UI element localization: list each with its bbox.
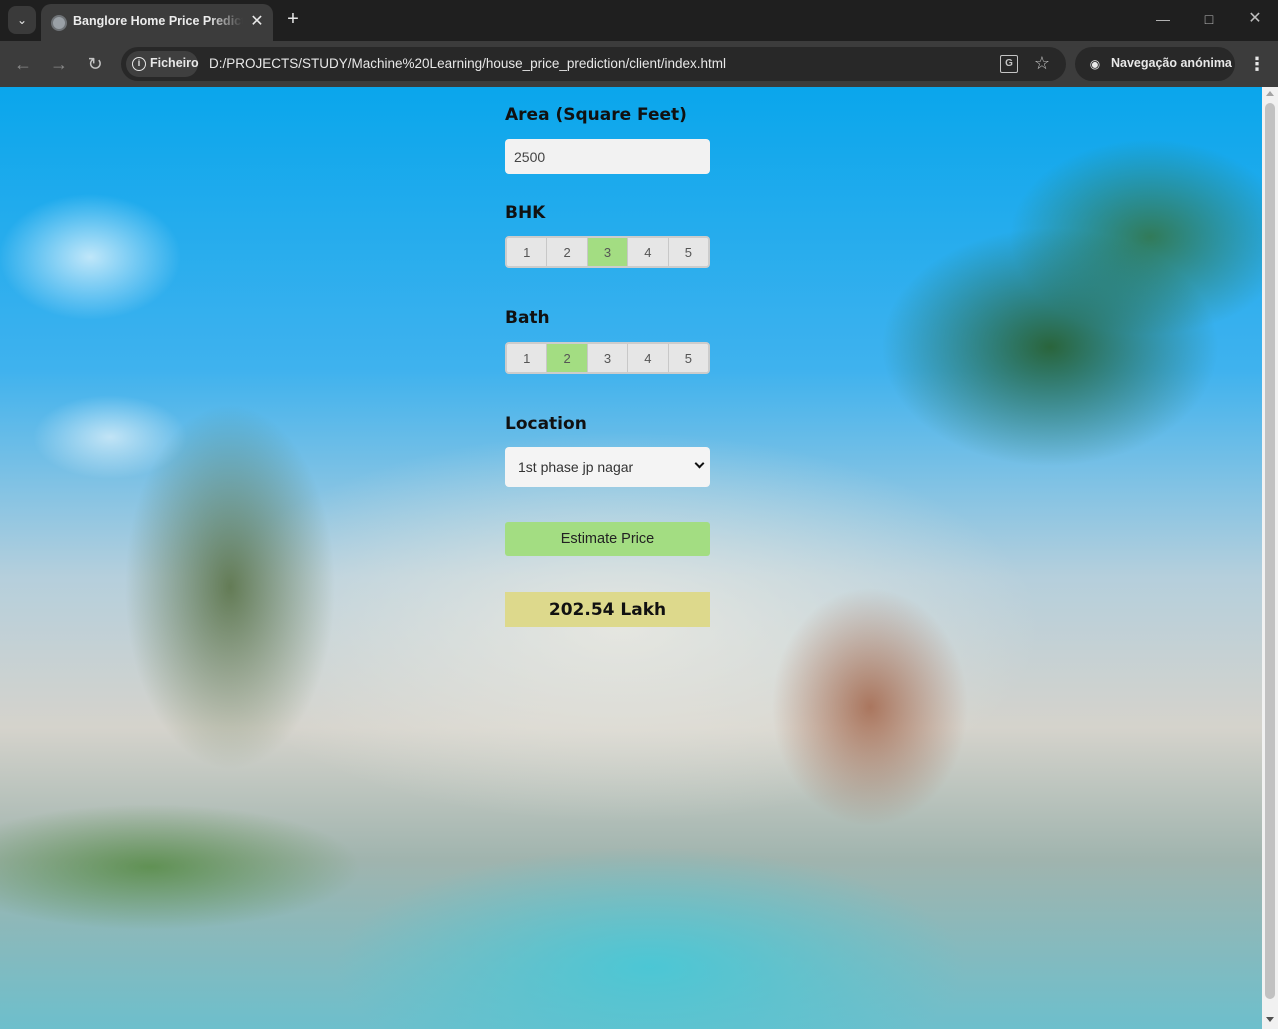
incognito-icon: ◉ — [1089, 57, 1101, 71]
bhk-switch: 12345 — [505, 236, 710, 268]
back-arrow-icon[interactable]: ← — [11, 52, 35, 76]
area-input[interactable] — [505, 139, 710, 174]
bath-option-2[interactable]: 2 — [547, 344, 588, 372]
page-background: Area (Square Feet) BHK 12345 Bath 12345 … — [0, 87, 1262, 1029]
tab-strip: ⌄ Banglore Home Price Prediction ✕ + — □… — [0, 0, 1278, 41]
close-icon[interactable]: ✕ — [247, 12, 267, 32]
bhk-option-1[interactable]: 1 — [507, 238, 548, 266]
estimated-price: 202.54 Lakh — [505, 592, 710, 627]
location-label: Location — [505, 414, 587, 434]
window-close-icon[interactable]: ✕ — [1245, 9, 1265, 29]
bath-option-4[interactable]: 4 — [628, 344, 669, 372]
info-icon: i — [132, 57, 146, 71]
scroll-down-arrow-icon[interactable] — [1266, 1017, 1274, 1022]
chevron-down-icon: ⌄ — [16, 13, 28, 27]
bath-option-1[interactable]: 1 — [507, 344, 548, 372]
bhk-option-3[interactable]: 3 — [587, 238, 629, 266]
browser-tab[interactable]: Banglore Home Price Prediction ✕ — [41, 4, 273, 41]
bookmark-star-icon[interactable]: ☆ — [1031, 52, 1053, 74]
bath-switch: 12345 — [505, 342, 710, 374]
incognito-label: Navegação anónima — [1111, 56, 1232, 70]
globe-icon — [51, 15, 67, 31]
bhk-option-4[interactable]: 4 — [628, 238, 669, 266]
translate-icon[interactable]: G — [1000, 55, 1018, 73]
bath-option-3[interactable]: 3 — [587, 344, 629, 372]
browser-toolbar: ← → ↻ i Ficheiro D:/PROJECTS/STUDY/Machi… — [0, 41, 1278, 87]
minimize-icon[interactable]: — — [1153, 9, 1173, 29]
bhk-option-5[interactable]: 5 — [668, 238, 708, 266]
chevron-down-icon — [694, 458, 705, 469]
new-tab-button[interactable]: + — [282, 8, 304, 30]
reload-icon[interactable]: ↻ — [83, 52, 107, 76]
kebab-menu-icon[interactable]: ⋮ — [1247, 52, 1267, 76]
maximize-icon[interactable]: □ — [1199, 9, 1219, 29]
tab-search-button[interactable]: ⌄ — [8, 6, 36, 34]
bath-option-5[interactable]: 5 — [668, 344, 708, 372]
tab-title: Banglore Home Price Prediction — [73, 14, 243, 28]
vertical-scrollbar[interactable] — [1262, 87, 1278, 1029]
site-info-chip[interactable]: i Ficheiro — [126, 51, 199, 77]
incognito-indicator[interactable]: ◉ Navegação anónima — [1075, 47, 1235, 81]
location-selected-value: 1st phase jp nagar — [518, 459, 634, 475]
scroll-up-arrow-icon[interactable] — [1266, 91, 1274, 96]
forward-arrow-icon[interactable]: → — [47, 52, 71, 76]
bhk-option-2[interactable]: 2 — [547, 238, 588, 266]
bath-label: Bath — [505, 308, 550, 328]
address-bar[interactable]: i Ficheiro D:/PROJECTS/STUDY/Machine%20L… — [121, 47, 1066, 81]
url-text[interactable]: D:/PROJECTS/STUDY/Machine%20Learning/hou… — [209, 56, 726, 71]
estimate-price-button[interactable]: Estimate Price — [505, 522, 710, 556]
scroll-thumb[interactable] — [1265, 103, 1275, 999]
site-chip-label: Ficheiro — [150, 56, 199, 70]
bhk-label: BHK — [505, 203, 546, 223]
area-label: Area (Square Feet) — [505, 105, 687, 125]
location-select[interactable]: 1st phase jp nagar — [505, 447, 710, 487]
